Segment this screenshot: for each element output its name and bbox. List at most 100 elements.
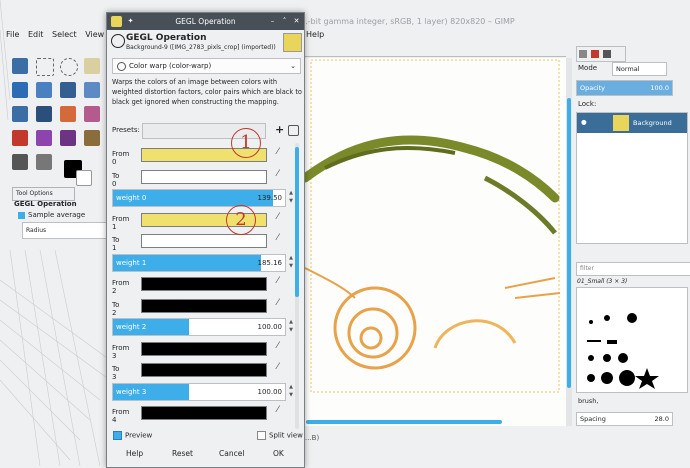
layer-row[interactable]: ● Background xyxy=(577,113,687,133)
color-swatch-button[interactable] xyxy=(141,363,267,377)
radius-field[interactable]: Radius xyxy=(22,222,113,239)
spin-up-icon[interactable]: ▲ xyxy=(287,254,295,262)
close-icon[interactable]: ✕ xyxy=(291,16,302,27)
params-scrollbar-thumb[interactable] xyxy=(295,147,299,297)
param-label: To 3 xyxy=(112,365,120,381)
eyedropper-icon[interactable]: ⁄ xyxy=(277,212,279,222)
annotation-circle-1: 1 xyxy=(231,128,261,158)
crop-icon[interactable] xyxy=(12,106,28,122)
paintbrush-icon[interactable] xyxy=(60,130,76,146)
menu-edit[interactable]: Edit xyxy=(28,28,44,42)
clone-icon[interactable] xyxy=(84,130,100,146)
add-preset-icon[interactable]: + xyxy=(275,123,284,136)
eyedropper-icon[interactable]: ⁄ xyxy=(277,341,279,351)
slider-label: weight 3 xyxy=(116,387,147,396)
spin-up-icon[interactable]: ▲ xyxy=(287,189,295,197)
weight-slider[interactable]: weight 1 185.16 xyxy=(112,253,286,272)
sample-average-checkbox[interactable]: Sample average xyxy=(18,211,85,219)
spin-up-icon[interactable]: ▲ xyxy=(287,383,295,391)
background-color-icon[interactable] xyxy=(76,170,92,186)
slider-label: weight 2 xyxy=(116,323,147,331)
gradient-icon[interactable] xyxy=(36,130,52,146)
color-swatch-button[interactable] xyxy=(141,406,267,420)
rotate-icon[interactable] xyxy=(36,106,52,122)
color-swatch-button[interactable] xyxy=(141,341,267,356)
visibility-eye-icon[interactable]: ● xyxy=(581,118,587,126)
brush-tag-field[interactable]: brush, xyxy=(578,397,599,405)
main-window-title: ...-bit gamma integer, sRGB, 1 layer) 82… xyxy=(300,17,515,26)
opacity-slider[interactable]: Opacity 100.0 xyxy=(576,80,673,96)
fuzzy-select-icon[interactable] xyxy=(12,82,28,98)
operation-select[interactable]: Color warp (color-warp) ⌄ xyxy=(112,58,301,74)
pin-icon[interactable]: ✦ xyxy=(125,16,136,27)
brush-previews xyxy=(587,313,659,389)
eyedropper-icon[interactable]: ⁄ xyxy=(277,233,279,243)
canvas-scrollbar[interactable] xyxy=(566,58,572,426)
scissors-icon[interactable] xyxy=(36,82,52,98)
slider-label: weight 1 xyxy=(116,258,147,267)
spin-down-icon[interactable]: ▼ xyxy=(287,262,295,270)
weight-slider[interactable]: weight 3 100.00 xyxy=(112,382,286,401)
ok-button[interactable]: OK xyxy=(273,449,284,458)
move-tool-icon[interactable] xyxy=(12,58,28,74)
weight-slider[interactable]: weight 2 100.00 xyxy=(112,318,286,336)
menu-help[interactable]: Help xyxy=(306,28,324,42)
reset-button[interactable]: Reset xyxy=(172,449,193,458)
free-select-icon[interactable] xyxy=(84,58,100,74)
eyedropper-icon[interactable]: ⁄ xyxy=(277,169,279,179)
color-swatch-button[interactable] xyxy=(141,298,267,313)
help-button[interactable]: Help xyxy=(126,449,143,458)
checkbox-checked-icon xyxy=(18,211,25,219)
eyedropper-icon[interactable]: ⁄ xyxy=(277,405,279,415)
warp-icon[interactable] xyxy=(60,106,76,122)
path-icon[interactable] xyxy=(12,154,28,170)
menu-file[interactable]: File xyxy=(6,28,19,42)
spin-down-icon[interactable]: ▼ xyxy=(287,326,295,334)
operation-icon xyxy=(117,61,126,71)
spin-down-icon[interactable]: ▼ xyxy=(287,391,295,399)
eyedropper-icon[interactable]: ⁄ xyxy=(277,147,279,157)
maximize-icon[interactable]: ˄ xyxy=(279,16,290,27)
measure-icon[interactable] xyxy=(84,82,100,98)
spin-down-icon[interactable]: ▼ xyxy=(287,197,295,205)
menu-select[interactable]: Select xyxy=(52,28,77,42)
horizontal-ruler xyxy=(304,46,566,57)
slider-label: weight 0 xyxy=(116,194,147,202)
eyedropper-icon[interactable]: ⁄ xyxy=(277,298,279,308)
preview-checkbox[interactable]: Preview xyxy=(113,431,152,440)
param-label: From 3 xyxy=(112,343,130,360)
mode-select[interactable]: Normal xyxy=(612,62,667,76)
spacing-slider[interactable]: Spacing 28.0 xyxy=(576,412,673,426)
color-swatch-button[interactable] xyxy=(141,277,267,291)
ellipse-select-icon[interactable] xyxy=(60,58,78,76)
canvas-hscrollbar-thumb[interactable] xyxy=(306,420,502,424)
split-view-checkbox[interactable]: Split view xyxy=(257,431,303,440)
brushes-grid[interactable] xyxy=(576,287,688,393)
eyedropper-icon[interactable]: ⁄ xyxy=(277,276,279,286)
app-icon xyxy=(111,16,122,27)
cage-icon[interactable] xyxy=(84,106,100,122)
color-swatch-button[interactable] xyxy=(141,234,267,248)
brush-set-label: 01_Small (3 × 3) xyxy=(577,278,628,285)
presets-label: Presets: xyxy=(112,126,140,134)
tool-options-tab[interactable]: Tool Options xyxy=(12,187,75,201)
eyedropper-icon[interactable]: ⁄ xyxy=(277,362,279,372)
rect-select-icon[interactable] xyxy=(36,58,54,76)
layers-tab-icons[interactable] xyxy=(576,46,626,62)
cancel-button[interactable]: Cancel xyxy=(219,449,244,458)
canvas-scrollbar-thumb[interactable] xyxy=(567,98,571,388)
spin-up-icon[interactable]: ▲ xyxy=(287,318,295,326)
color-swatch-button[interactable] xyxy=(141,169,267,184)
image-canvas[interactable] xyxy=(300,58,567,426)
layers-icon xyxy=(579,50,587,58)
param-label: From 1 xyxy=(112,214,130,231)
zoom-icon[interactable] xyxy=(60,82,76,98)
preset-menu-icon[interactable] xyxy=(288,125,299,136)
brush-filter-input[interactable]: filter xyxy=(576,262,690,276)
param-label: From 2 xyxy=(112,279,130,295)
bucket-fill-icon[interactable] xyxy=(12,130,28,146)
menu-view[interactable]: View xyxy=(85,28,104,42)
weight-slider[interactable]: weight 0 139.50 xyxy=(112,189,286,207)
minimize-icon[interactable]: – xyxy=(267,16,278,27)
text-icon[interactable] xyxy=(36,154,52,170)
